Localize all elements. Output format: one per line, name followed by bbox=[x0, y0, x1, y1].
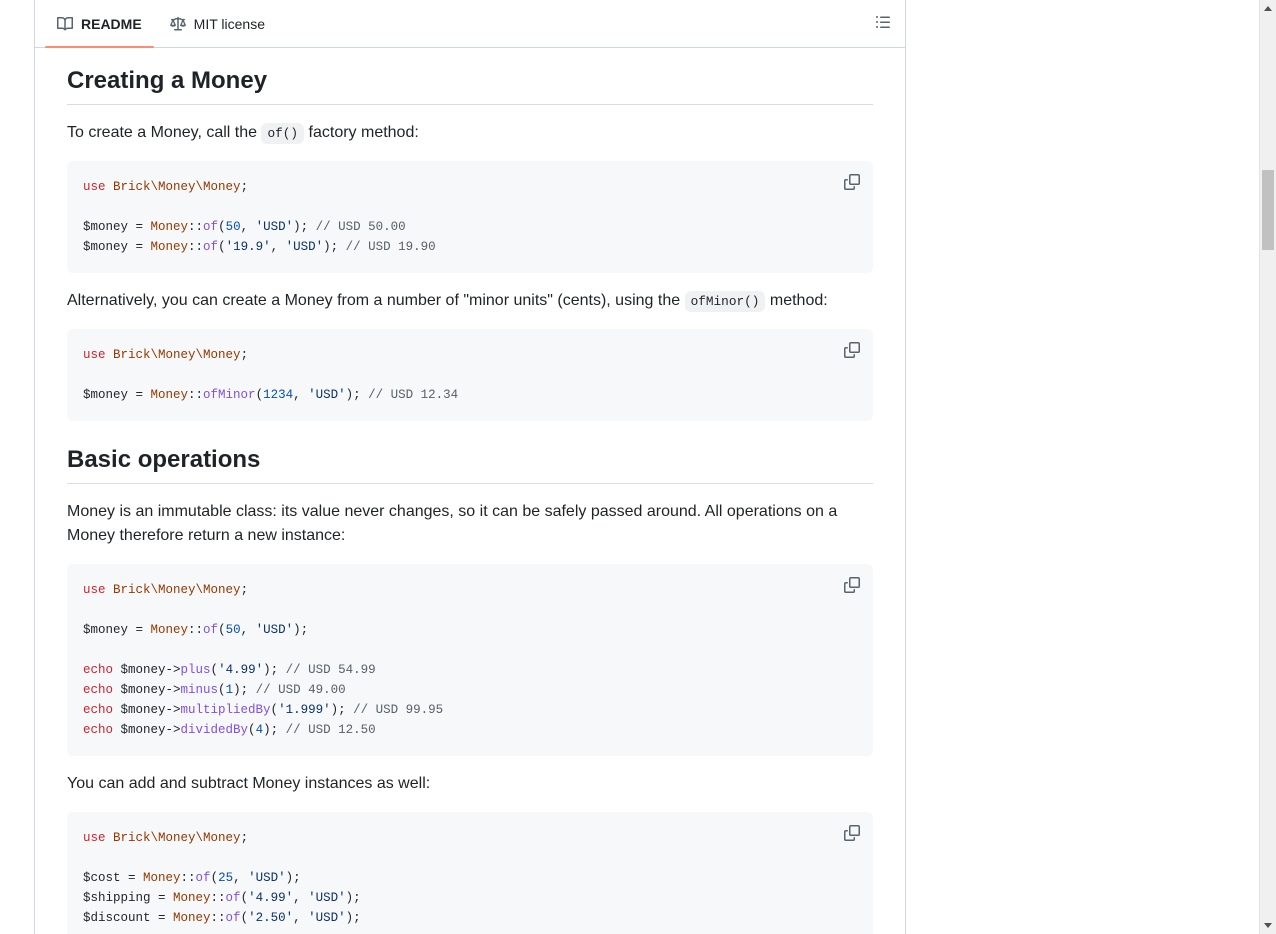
paragraph: Money is an immutable class: its value n… bbox=[67, 500, 873, 548]
code-line: $money = Money::ofMinor(1234, 'USD'); //… bbox=[83, 385, 857, 405]
copy-button[interactable] bbox=[837, 167, 867, 197]
code-line bbox=[83, 197, 857, 217]
scrollbar-down-button[interactable] bbox=[1260, 917, 1276, 934]
code-line: use Brick\Money\Money; bbox=[83, 345, 857, 365]
code-content: use Brick\Money\Money;$money = Money::of… bbox=[67, 564, 873, 756]
copy-icon bbox=[844, 825, 860, 841]
scrollbar-thumb[interactable] bbox=[1262, 170, 1274, 250]
tab-mit-license[interactable]: MIT license bbox=[156, 0, 279, 47]
code-line: echo $money->minus(1); // USD 49.00 bbox=[83, 680, 857, 700]
code-line: use Brick\Money\Money; bbox=[83, 828, 857, 848]
scroll-down-icon bbox=[1264, 923, 1272, 928]
code-block: use Brick\Money\Money;$money = Money::of… bbox=[67, 329, 873, 421]
code-content: use Brick\Money\Money;$money = Money::of… bbox=[67, 329, 873, 421]
paragraph: You can add and subtract Money instances… bbox=[67, 772, 873, 796]
inline-code: of() bbox=[261, 123, 304, 144]
copy-button[interactable] bbox=[837, 570, 867, 600]
code-content: use Brick\Money\Money;$cost = Money::of(… bbox=[67, 812, 873, 934]
code-line: echo $money->plus('4.99'); // USD 54.99 bbox=[83, 660, 857, 680]
code-line bbox=[83, 848, 857, 868]
code-line: $discount = Money::of('2.50', 'USD'); bbox=[83, 908, 857, 928]
scrollbar-up-button[interactable] bbox=[1260, 0, 1276, 17]
copy-button[interactable] bbox=[837, 335, 867, 365]
tab-readme[interactable]: README bbox=[43, 0, 156, 47]
inline-code: ofMinor() bbox=[685, 291, 766, 312]
scroll-up-icon bbox=[1264, 6, 1272, 11]
code-block: use Brick\Money\Money;$money = Money::of… bbox=[67, 564, 873, 756]
section-heading: Basic operations bbox=[67, 445, 873, 484]
code-line: $shipping = Money::of('4.99', 'USD'); bbox=[83, 888, 857, 908]
code-line: $money = Money::of(50, 'USD'); // USD 50… bbox=[83, 217, 857, 237]
scrollbar-track[interactable] bbox=[1259, 0, 1276, 934]
code-line bbox=[83, 600, 857, 620]
code-line: $cost = Money::of(25, 'USD'); bbox=[83, 868, 857, 888]
readme-article: Creating a Money To create a Money, call … bbox=[35, 48, 905, 934]
paragraph: To create a Money, call the of() factory… bbox=[67, 121, 873, 145]
code-line bbox=[83, 640, 857, 660]
code-line bbox=[83, 365, 857, 385]
code-block: use Brick\Money\Money;$money = Money::of… bbox=[67, 161, 873, 273]
readme-panel: README MIT license Creating a Money To cre… bbox=[34, 0, 906, 934]
tab-label: README bbox=[81, 16, 142, 32]
outline-button[interactable] bbox=[869, 10, 897, 38]
code-line: $money = Money::of('19.9', 'USD'); // US… bbox=[83, 237, 857, 257]
code-block: use Brick\Money\Money;$cost = Money::of(… bbox=[67, 812, 873, 934]
book-icon bbox=[57, 16, 73, 32]
law-icon bbox=[170, 16, 186, 32]
code-line: echo $money->dividedBy(4); // USD 12.50 bbox=[83, 720, 857, 740]
copy-icon bbox=[844, 342, 860, 358]
tab-label: MIT license bbox=[194, 16, 265, 32]
code-line: echo $money->multipliedBy('1.999'); // U… bbox=[83, 700, 857, 720]
list-unordered-icon bbox=[875, 14, 891, 33]
file-tabs: README MIT license bbox=[35, 0, 905, 48]
copy-button[interactable] bbox=[837, 818, 867, 848]
page: README MIT license Creating a Money To cre… bbox=[0, 0, 1276, 934]
paragraph: Alternatively, you can create a Money fr… bbox=[67, 289, 873, 313]
code-line: use Brick\Money\Money; bbox=[83, 177, 857, 197]
code-content: use Brick\Money\Money;$money = Money::of… bbox=[67, 161, 873, 273]
code-line: $money = Money::of(50, 'USD'); bbox=[83, 620, 857, 640]
copy-icon bbox=[844, 577, 860, 593]
code-line: use Brick\Money\Money; bbox=[83, 580, 857, 600]
section-heading: Creating a Money bbox=[67, 66, 873, 105]
copy-icon bbox=[844, 174, 860, 190]
